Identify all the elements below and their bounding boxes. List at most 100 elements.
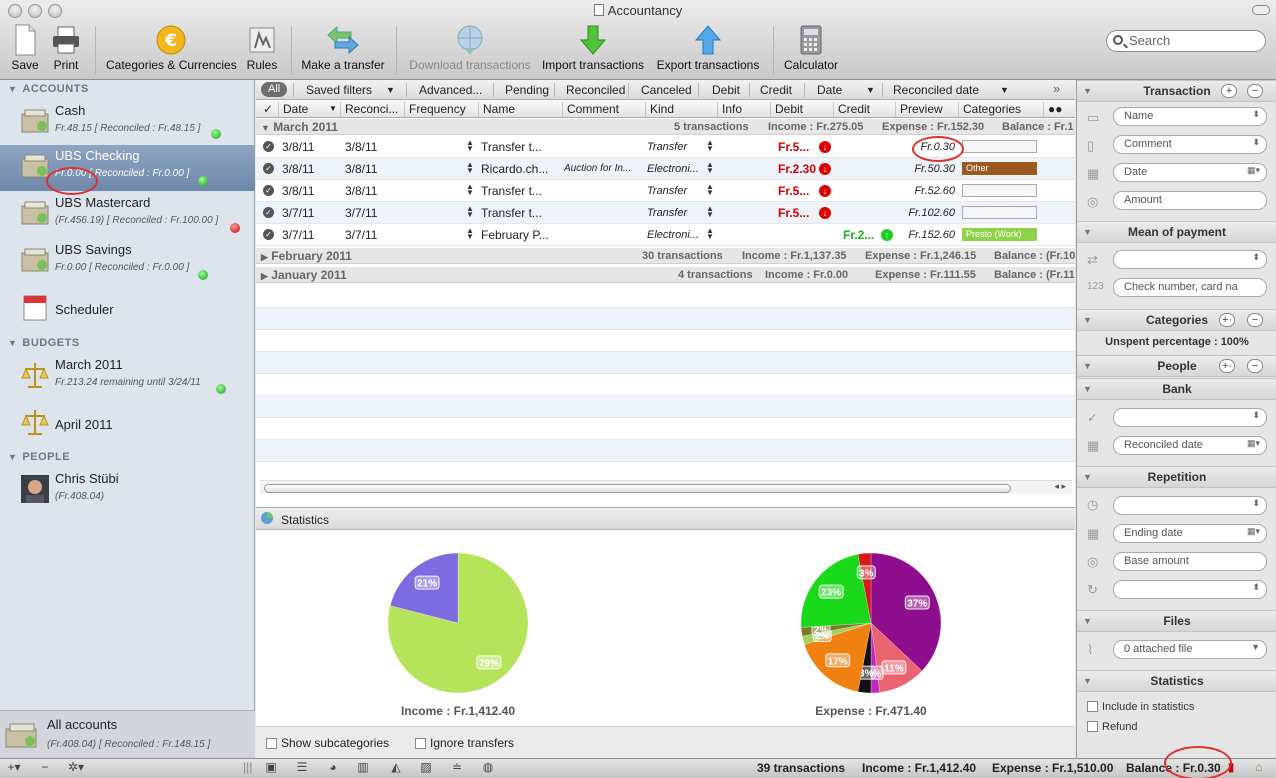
checkbox[interactable] — [266, 738, 277, 749]
section-repetition[interactable]: ▼ Repetition — [1077, 466, 1276, 488]
column-frequency[interactable]: Frequency — [404, 102, 478, 117]
rules-button[interactable]: Rules — [244, 24, 280, 72]
budgets-header[interactable]: ▼ BUDGETS — [8, 337, 80, 349]
sidebar-item-ubs-checking[interactable]: UBS Checking Fr.0.00 [ Reconciled : Fr.0… — [0, 145, 255, 191]
people-header[interactable]: ▼ PEOPLE — [8, 451, 70, 463]
view-bars-icon[interactable]: ▥ — [355, 760, 371, 777]
download-transactions-button[interactable]: Download transactions — [406, 24, 534, 72]
filter-advanced[interactable]: Advanced... — [419, 83, 482, 97]
comment-field[interactable]: Comment ⬍ — [1113, 135, 1267, 154]
info-stepper-icon[interactable]: ▲ ▼ — [706, 139, 714, 153]
column-categories[interactable]: Categories — [958, 102, 1044, 117]
group-february-2011[interactable]: ▶ February 2011 30 transactions Income :… — [256, 248, 1075, 264]
repetition-select[interactable]: ⬍ — [1113, 496, 1267, 515]
section-people[interactable]: ▼ People +· − — [1077, 355, 1276, 377]
toolbar-toggle-button[interactable] — [1252, 5, 1270, 15]
reconciled-date-field[interactable]: Reconciled date ▦▾ — [1113, 436, 1267, 455]
frequency-stepper-icon[interactable]: ▲ ▼ — [466, 205, 474, 219]
section-mean-of-payment[interactable]: ▼ Mean of payment — [1077, 221, 1276, 243]
column-info[interactable]: Info — [717, 102, 771, 117]
dropdown-arrow-icon[interactable]: ▼ — [866, 85, 875, 95]
checkbox[interactable] — [1087, 721, 1098, 732]
view-lines-icon[interactable]: ☰ — [294, 760, 310, 777]
filter-date[interactable]: Date — [817, 83, 842, 97]
column-comment[interactable]: Comment — [562, 102, 646, 117]
sidebar-item-cash[interactable]: Cash Fr.48.15 [ Reconciled : Fr.48.15 ] — [0, 100, 255, 146]
view-area-icon[interactable]: ◭ — [387, 760, 405, 777]
name-field[interactable]: Name ⬍ — [1113, 107, 1267, 126]
checkbox[interactable] — [1087, 701, 1098, 712]
remove-button[interactable]: − — [1247, 313, 1263, 327]
remove-button[interactable]: − — [38, 760, 52, 777]
add-button[interactable]: + — [1221, 84, 1237, 98]
lock-icon[interactable]: ⌂ — [1252, 760, 1266, 777]
info-stepper-icon[interactable]: ▲ ▼ — [706, 183, 714, 197]
save-button[interactable]: Save — [10, 24, 40, 72]
view-globe-icon[interactable]: ◍ — [479, 760, 497, 777]
info-stepper-icon[interactable]: ▲ ▼ — [706, 205, 714, 219]
info-stepper-icon[interactable]: ▲ ▼ — [706, 227, 714, 241]
table-row[interactable]: ✓ 3/8/11 3/8/11 ▲ ▼ Ricardo.ch... Auction for… — [256, 158, 1075, 180]
filter-credit[interactable]: Credit — [760, 83, 792, 97]
sidebar-item-ubs-savings[interactable]: UBS Savings Fr.0.00 [ Reconciled : Fr.0.… — [0, 239, 255, 285]
filter-reconciled-date[interactable]: Reconciled date — [893, 83, 979, 97]
dropdown-arrow-icon[interactable]: ▼ — [1000, 85, 1009, 95]
refund-checkbox[interactable]: Refund — [1087, 721, 1137, 733]
frequency-stepper-icon[interactable]: ▲ ▼ — [466, 139, 474, 153]
sidebar-item-all-accounts[interactable]: All accounts (Fr.408.04) [ Reconciled : … — [0, 710, 255, 758]
filter-reconciled[interactable]: Reconciled — [566, 83, 625, 97]
disclosure-open-icon[interactable]: ▼ — [261, 123, 270, 133]
calculator-button[interactable]: Calculator — [782, 24, 840, 72]
info-stepper-icon[interactable]: ▲ ▼ — [706, 161, 714, 175]
print-button[interactable]: Print — [50, 24, 82, 72]
column-reconciled[interactable]: Reconci... — [340, 102, 404, 117]
scroll-arrows-icon[interactable]: ◂ ▸ — [1054, 481, 1066, 492]
overflow-chevron-icon[interactable]: » — [1053, 81, 1060, 96]
sidebar-item-ubs-mastercard[interactable]: UBS Mastercard (Fr.456.19) [ Reconciled … — [0, 192, 255, 238]
column-credit[interactable]: Credit — [833, 102, 895, 117]
check-number-field[interactable]: Check number, card na — [1113, 278, 1267, 297]
view-budget-icon[interactable]: ≐ — [448, 760, 466, 777]
frequency-stepper-icon[interactable]: ▲ ▼ — [466, 161, 474, 175]
filter-pending[interactable]: Pending — [505, 83, 549, 97]
column-debit[interactable]: Debit — [770, 102, 834, 117]
include-in-statistics-checkbox[interactable]: Include in statistics — [1087, 701, 1194, 713]
sidebar-item-scheduler[interactable]: Scheduler — [0, 286, 255, 332]
export-transactions-button[interactable]: Export transactions — [655, 24, 761, 72]
sidebar-item-april-2011[interactable]: April 2011 — [0, 401, 255, 447]
column-check[interactable]: ✓ — [259, 102, 279, 117]
sidebar-item-march-2011[interactable]: March 2011 Fr.213.24 remaining until 3/2… — [0, 354, 255, 400]
add-category-button[interactable]: +· — [1219, 313, 1235, 327]
make-transfer-button[interactable]: Make a transfer — [300, 24, 386, 72]
filter-all[interactable]: All — [261, 82, 288, 97]
filter-saved[interactable]: Saved filters — [306, 83, 372, 97]
disclosure-closed-icon[interactable]: ▶ — [261, 252, 268, 262]
filter-canceled[interactable]: Canceled — [641, 83, 692, 97]
remove-button[interactable]: − — [1247, 359, 1263, 373]
categories-currencies-button[interactable]: € Categories & Currencies — [106, 24, 237, 72]
add-menu-button[interactable]: +▾ — [4, 760, 24, 777]
checkbox[interactable] — [415, 738, 426, 749]
frequency-stepper-icon[interactable]: ▲ ▼ — [466, 183, 474, 197]
payment-type-select[interactable]: ⬍ — [1113, 250, 1267, 269]
view-people-icon[interactable]: ▨ — [417, 760, 435, 777]
splitter-handle[interactable]: ||| — [243, 760, 252, 777]
search-input[interactable]: Search — [1106, 30, 1266, 52]
dropdown-arrow-icon[interactable]: ▼ — [386, 85, 395, 95]
scrollbar-thumb[interactable] — [264, 484, 1011, 493]
view-pie-icon[interactable]: ◕ — [325, 760, 341, 777]
base-amount-field[interactable]: Base amount — [1113, 552, 1267, 571]
repeat-mode-select[interactable]: ⬍ — [1113, 580, 1267, 599]
attached-files-select[interactable]: 0 attached file ▼ — [1113, 640, 1267, 659]
column-preview[interactable]: Preview — [895, 102, 959, 117]
frequency-stepper-icon[interactable]: ▲ ▼ — [466, 227, 474, 241]
date-field[interactable]: Date ▦▾ — [1113, 163, 1267, 182]
section-transaction[interactable]: ▼ Transaction + − — [1077, 80, 1276, 102]
filter-debit[interactable]: Debit — [712, 83, 740, 97]
amount-field[interactable]: Amount — [1113, 191, 1267, 210]
section-statistics[interactable]: ▼ Statistics — [1077, 670, 1276, 692]
import-transactions-button[interactable]: Import transactions — [540, 24, 646, 72]
column-people-icon[interactable]: ●● — [1043, 102, 1075, 117]
add-person-button[interactable]: +· — [1219, 359, 1235, 373]
date-picker-icon[interactable]: ▦▾ — [1247, 165, 1260, 176]
